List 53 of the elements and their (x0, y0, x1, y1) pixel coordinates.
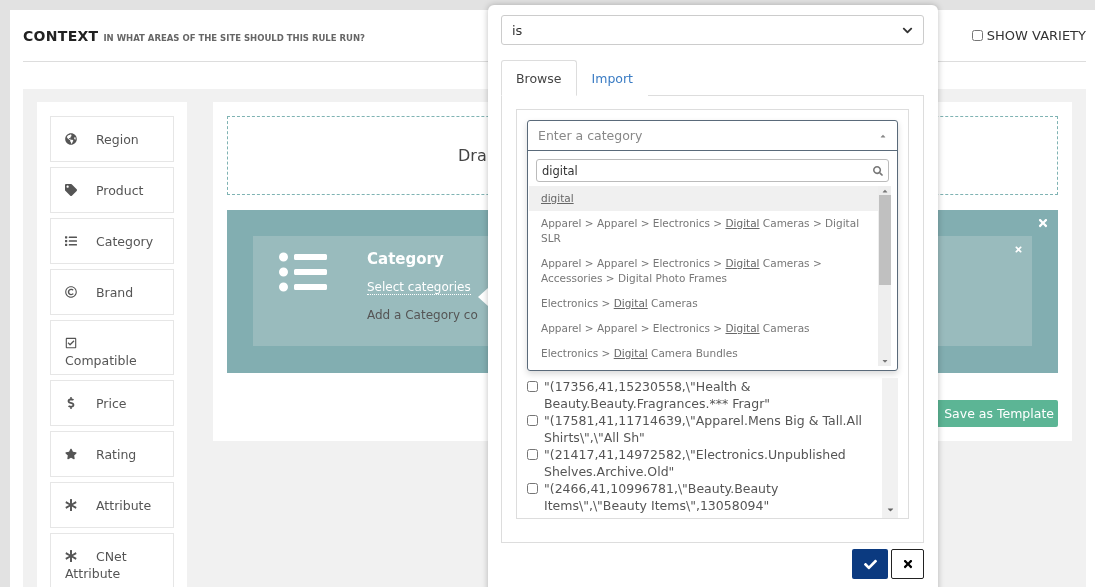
globe-icon (65, 133, 77, 145)
category-option[interactable]: Electronics > Digital Camera Bundles (529, 341, 878, 366)
caret-down-icon[interactable] (885, 505, 895, 514)
checkbox[interactable] (971, 30, 983, 41)
operator-select[interactable]: is (501, 15, 924, 45)
rule-type-item[interactable]: Price (50, 380, 174, 426)
checkbox[interactable] (527, 483, 538, 494)
rule-type-item[interactable]: Compatible (50, 320, 174, 375)
rule-type-item[interactable]: Attribute (50, 482, 174, 528)
asterisk-icon (65, 550, 77, 562)
checkbox-icon (65, 337, 77, 349)
checkbox[interactable] (527, 449, 538, 460)
search-icon (873, 165, 883, 176)
rule-type-item[interactable]: Product (50, 167, 174, 213)
rule-type-item[interactable]: Brand (50, 269, 174, 315)
category-label: "(21417,41,14972582,\"Electronics.Unpublished Shelves.Archive.Old" (544, 446, 847, 480)
close-icon[interactable] (1037, 216, 1049, 229)
rule-type-item[interactable]: Region (50, 116, 174, 162)
asterisk-icon (65, 499, 77, 511)
category-label: "(17356,41,15230558,\"Health & Beauty.Beauty.Fragrances.*** Fragr" (544, 378, 772, 412)
rule-type-item[interactable]: Rating (50, 431, 174, 477)
tag-icon (65, 184, 77, 196)
close-icon (901, 558, 914, 570)
checkbox-label: SHOW VARIETY (986, 28, 1086, 43)
category-option[interactable]: digital (529, 186, 878, 211)
category-label: "(2466,41,10996781,\"Beauty.Beauty Items\",\"Beauty Items\",13058094" (544, 480, 780, 514)
scrollbar[interactable] (882, 378, 898, 518)
copyright-icon (65, 286, 77, 298)
list-icon (65, 235, 77, 247)
check-icon (863, 557, 877, 571)
section-subtitle: IN WHAT AREAS OF THE SITE SHOULD THIS RULE RUN? (103, 33, 366, 43)
category-option[interactable]: Electronics > Digital Cameras (529, 291, 878, 316)
category-select[interactable]: Enter a category (528, 121, 897, 151)
rule-type-item[interactable]: Category (50, 218, 174, 264)
cancel-button[interactable] (891, 549, 924, 579)
category-option[interactable]: Apparel > Apparel > Electronics > Digital Cameras > Accessories > Digital Photo Frames (529, 251, 878, 291)
tab[interactable]: Browse (501, 60, 577, 96)
caret-down-icon[interactable] (880, 357, 889, 365)
dollar-icon (65, 397, 77, 409)
search-field[interactable]: digital (536, 159, 889, 182)
rule-hint: Add a Category co (367, 307, 478, 322)
section-title: CONTEXT (23, 28, 99, 44)
rule-title: Category (367, 249, 444, 268)
category-label: "(17581,41,11714639,\"Apparel.Mens Big & Tall.All Shirts\",\"All Sh" (544, 412, 864, 446)
star-icon (65, 448, 77, 460)
confirm-button[interactable] (852, 549, 888, 579)
rule-type-item[interactable]: CNet Attribute (50, 533, 174, 587)
checkbox[interactable] (527, 381, 538, 392)
checkbox[interactable] (527, 415, 538, 426)
scrollbar[interactable] (878, 186, 891, 366)
category-option[interactable]: Apparel > Apparel > Electronics > Digital Cameras > Digital SLR (529, 211, 878, 251)
category-option[interactable]: Apparel > Apparel > Electronics > Digital Cameras (529, 316, 878, 341)
caret-up-icon[interactable] (880, 187, 889, 195)
